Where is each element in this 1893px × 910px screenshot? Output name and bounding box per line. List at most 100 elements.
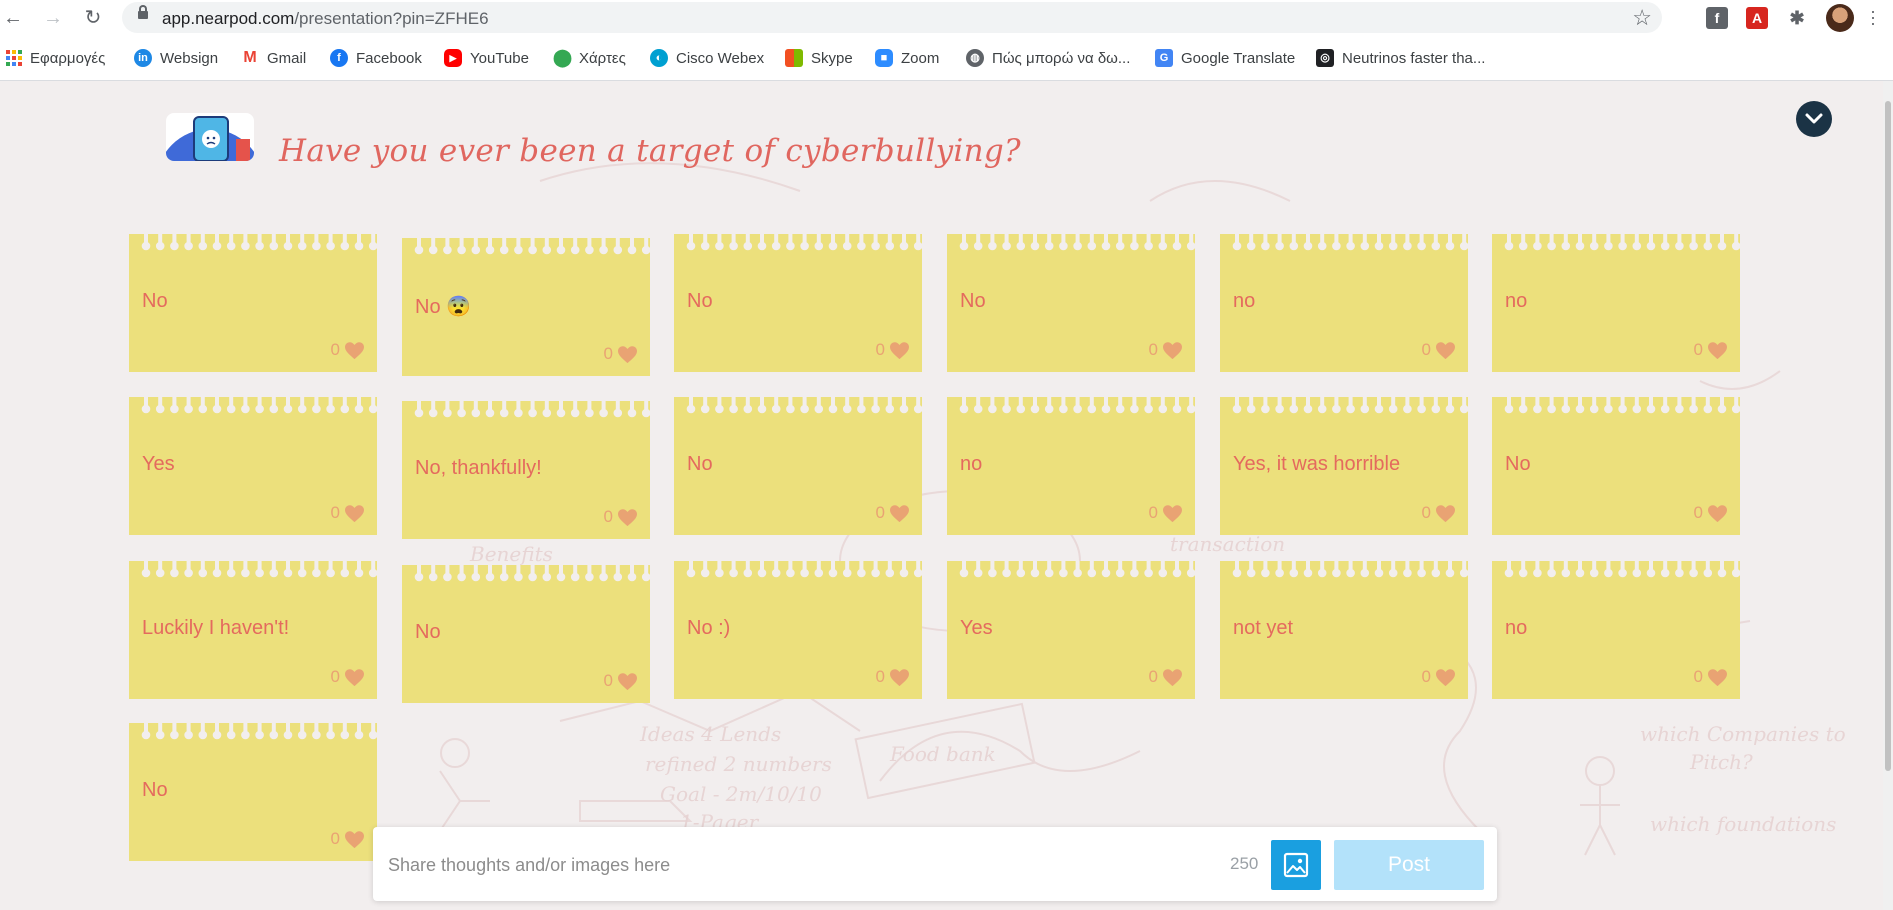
forward-arrow-icon[interactable]: →	[40, 6, 66, 30]
sticky-note[interactable]: No :) 0	[674, 561, 922, 699]
bookmark-gmail[interactable]: M Gmail	[241, 48, 306, 68]
note-text: No, thankfully!	[415, 457, 542, 479]
bookmark-google-translate[interactable]: G Google Translate	[1155, 48, 1295, 68]
heart-icon	[890, 504, 909, 522]
sticky-note[interactable]: No 0	[1492, 397, 1740, 535]
response-composer: 250 Post	[373, 827, 1497, 901]
like-button[interactable]: 0	[1694, 667, 1728, 687]
add-image-button[interactable]	[1271, 840, 1321, 890]
collapse-button[interactable]	[1796, 101, 1832, 137]
browser-menu-icon[interactable]: · · ·	[1870, 2, 1876, 32]
sticky-note[interactable]: no 0	[947, 397, 1195, 535]
bookmark-websign[interactable]: in Websign	[134, 48, 218, 68]
sticky-note[interactable]: No 0	[674, 234, 922, 372]
like-count: 0	[330, 503, 340, 522]
bookmark-skype[interactable]: Skype	[785, 48, 853, 68]
svg-text:which Companies to: which Companies to	[1640, 722, 1846, 746]
websign-icon: in	[134, 49, 152, 67]
like-button[interactable]: 0	[876, 340, 910, 360]
heart-icon	[345, 341, 364, 359]
sticky-note[interactable]: no 0	[1220, 234, 1468, 372]
sticky-note[interactable]: not yet 0	[1220, 561, 1468, 699]
like-button[interactable]: 0	[1149, 340, 1183, 360]
bookmark-label: Google Translate	[1181, 49, 1296, 67]
sticky-note[interactable]: Yes 0	[129, 397, 377, 535]
pdf-extension-icon[interactable]: A	[1746, 7, 1768, 29]
like-count: 0	[1421, 340, 1431, 359]
note-text: No	[142, 290, 168, 312]
like-button[interactable]: 0	[876, 503, 910, 523]
sticky-note[interactable]: No 0	[129, 234, 377, 372]
url-text[interactable]: app.nearpod.com/presentation?pin=ZFHE6	[162, 9, 489, 29]
sticky-note[interactable]: Yes, it was horrible 0	[1220, 397, 1468, 535]
svg-text:Ideas 4 Lends: Ideas 4 Lends	[639, 722, 781, 746]
bookmark-facebook[interactable]: f Facebook	[330, 48, 422, 68]
note-text: Yes, it was horrible	[1233, 453, 1401, 475]
like-button[interactable]: 0	[1694, 340, 1728, 360]
like-button[interactable]: 0	[1422, 340, 1456, 360]
bookmark-zoom[interactable]: ■ Zoom	[875, 48, 939, 68]
sticky-note[interactable]: No 0	[129, 723, 377, 861]
like-button[interactable]: 0	[1149, 667, 1183, 687]
sticky-note[interactable]: no 0	[1492, 561, 1740, 699]
share-thoughts-input[interactable]	[386, 845, 1250, 885]
sticky-note[interactable]: No 0	[947, 234, 1195, 372]
like-button[interactable]: 0	[331, 667, 365, 687]
like-button[interactable]: 0	[604, 671, 638, 691]
address-bar[interactable]: app.nearpod.com/presentation?pin=ZFHE6 ☆	[122, 2, 1662, 33]
extensions-puzzle-icon[interactable]: ✱	[1786, 7, 1808, 29]
sticky-note[interactable]: No 0	[674, 397, 922, 535]
note-text: No	[960, 290, 986, 312]
like-button[interactable]: 0	[876, 667, 910, 687]
like-count: 0	[603, 344, 613, 363]
bookmark-page[interactable]: ◍ Πώς μπορώ να δω...	[966, 48, 1130, 68]
reload-icon[interactable]: ↻	[80, 6, 106, 30]
like-button[interactable]: 0	[1422, 503, 1456, 523]
heart-icon	[345, 668, 364, 686]
bookmark-webex[interactable]: ◐ Cisco Webex	[650, 48, 764, 68]
bookmark-star-icon[interactable]: ☆	[1632, 5, 1652, 31]
like-count: 0	[1421, 503, 1431, 522]
like-button[interactable]: 0	[1422, 667, 1456, 687]
bookmark-apps[interactable]: Εφαρμογές	[6, 48, 105, 68]
like-button[interactable]: 0	[604, 344, 638, 364]
facebook-extension-icon[interactable]: f	[1706, 7, 1728, 29]
torn-edge	[1232, 397, 1468, 414]
post-button[interactable]: Post	[1334, 840, 1484, 890]
like-count: 0	[1693, 667, 1703, 686]
like-button[interactable]: 0	[331, 340, 365, 360]
bookmarks-bar: Εφαρμογές in Websign M Gmail f Facebook …	[0, 36, 1893, 81]
scrollbar-thumb[interactable]	[1885, 101, 1891, 771]
like-button[interactable]: 0	[331, 829, 365, 849]
sticky-note[interactable]: No 😨 0	[402, 238, 650, 376]
bookmark-youtube[interactable]: ▶ YouTube	[444, 48, 529, 68]
sticky-note[interactable]: Yes 0	[947, 561, 1195, 699]
svg-text:Food bank: Food bank	[889, 742, 996, 766]
like-count: 0	[1693, 340, 1703, 359]
apps-grid-icon	[6, 50, 22, 66]
page-scrollbar[interactable]	[1883, 81, 1893, 910]
like-button[interactable]: 0	[1694, 503, 1728, 523]
note-text: No	[415, 621, 441, 643]
bookmark-neutrinos[interactable]: ◎ Neutrinos faster tha...	[1316, 48, 1485, 68]
bookmark-maps[interactable]: ⬤ Χάρτες	[553, 48, 626, 68]
like-count: 0	[1148, 503, 1158, 522]
note-text: No	[687, 290, 713, 312]
note-text: Yes	[142, 453, 175, 475]
profile-avatar[interactable]	[1826, 4, 1854, 32]
youtube-icon: ▶	[444, 49, 462, 67]
like-button[interactable]: 0	[1149, 503, 1183, 523]
torn-edge	[959, 561, 1195, 578]
torn-edge	[414, 565, 650, 582]
svg-text:transaction: transaction	[1170, 532, 1285, 556]
sticky-note[interactable]: No 0	[402, 565, 650, 703]
sticky-note[interactable]: no 0	[1492, 234, 1740, 372]
like-button[interactable]: 0	[331, 503, 365, 523]
torn-edge	[141, 561, 377, 578]
sticky-note[interactable]: No, thankfully! 0	[402, 401, 650, 539]
heart-icon	[890, 341, 909, 359]
back-arrow-icon[interactable]: ←	[0, 6, 26, 30]
like-count: 0	[603, 507, 613, 526]
sticky-note[interactable]: Luckily I haven't! 0	[129, 561, 377, 699]
like-button[interactable]: 0	[604, 507, 638, 527]
